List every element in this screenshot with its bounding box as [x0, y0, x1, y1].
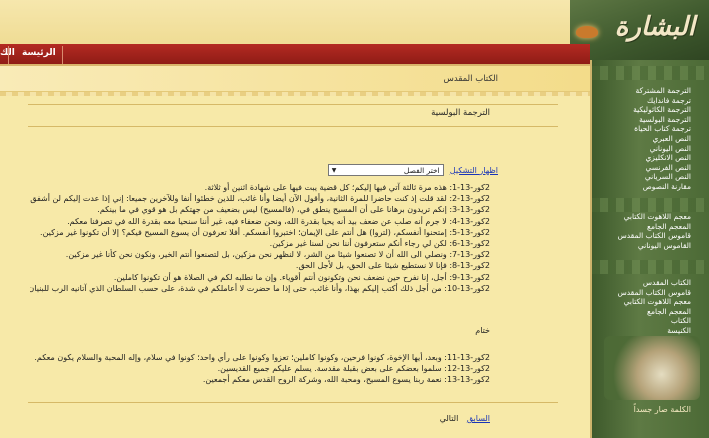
sidebar-menu-dictionaries: معجم اللاهوت الكتابي المعجم الجامع قاموس…: [601, 212, 691, 250]
site-logo-text: البشارة: [614, 12, 695, 42]
header-decoration: [0, 0, 570, 48]
sidebar-item[interactable]: مقارنة النصوص: [601, 182, 691, 192]
verse-line: 2كور-13-6: لكن لي رجاء أنكم ستعرفون أننا…: [269, 239, 490, 249]
breadcrumb[interactable]: الكتاب المقدس: [443, 74, 498, 84]
verse-line: 2كور-13-9: أجل، إنا نفرح حين نضعف نحن وت…: [113, 272, 490, 282]
sidebar-item[interactable]: الترجمة البولسية: [601, 115, 691, 125]
closing-verse-list: 2كور-13-11: وبعد، أيها الإخوة، كونوا فرح…: [30, 352, 490, 386]
sidebar-item[interactable]: الكتاب: [601, 316, 691, 326]
divider: [28, 104, 558, 105]
verse-line: 2كور-13-11: وبعد، أيها الإخوة، كونوا فرح…: [34, 353, 490, 362]
sidebar-item[interactable]: القاموس اليوناني: [601, 241, 691, 251]
verse-line: 2كور-13-8: فإنا لا نستطيع شيئا على الحق،…: [295, 261, 490, 271]
sidebar-item[interactable]: الكتاب المقدس: [601, 278, 691, 288]
sidebar-decoration: [592, 66, 709, 80]
oil-lamp-icon: [576, 26, 598, 38]
sidebar-item[interactable]: معجم اللاهوت الكتابي: [601, 212, 691, 222]
sidebar-caption: الكلمة صار جسداً: [633, 405, 691, 414]
sidebar-item[interactable]: الترجمة المشتركة: [601, 86, 691, 96]
nav-link-home[interactable]: الرئيسة: [22, 48, 56, 58]
sidebar-item[interactable]: الكنيسة: [601, 326, 691, 336]
verse-line: 2كور-13-12: سلموا بعضكم على بعض بقبلة مق…: [217, 364, 490, 374]
sidebar-item[interactable]: ترجمة كتاب الحياة: [601, 124, 691, 134]
chapter-select[interactable]: اختر الفصل ▼: [327, 164, 444, 176]
right-sidebar: الترجمة المشتركة ترجمة فاندايك الترجمة ا…: [590, 60, 709, 438]
sidebar-menu-translations: الترجمة المشتركة ترجمة فاندايك الترجمة ا…: [601, 86, 691, 192]
verse-list: 2كور-13-1: هذه مرة ثالثة آتي فيها إليكم؛…: [30, 182, 490, 294]
sidebar-item[interactable]: معجم اللاهوت الكتابي: [601, 297, 691, 307]
verse-line: 2كور-13-7: ونصلي الى الله أن لا تصنعوا ش…: [65, 250, 490, 260]
verse-line: 2كور-13-2: لقد قلت إذ كنت حاضرا للمرة ال…: [30, 194, 490, 204]
sidebar-item[interactable]: قاموس الكتاب المقدس: [601, 231, 691, 241]
top-nav-bar: الك الرئيسة: [0, 44, 590, 66]
chapter-select-value: اختر الفصل: [403, 165, 440, 175]
dropdown-arrow-icon: ▼: [331, 166, 337, 174]
verse-line: 2كور-13-1: هذه مرة ثالثة آتي فيها إليكم؛…: [204, 183, 490, 192]
reader-controls: اختر الفصل ▼ اظهار التشكيل: [327, 164, 498, 176]
verse-line: 2كور-13-3: إنكم تريدون برهانا على أن الم…: [97, 205, 490, 215]
sidebar-item[interactable]: ترجمة فاندايك: [601, 96, 691, 106]
breadcrumb-band: الكتاب المقدس: [0, 66, 590, 96]
sidebar-item[interactable]: قاموس الكتاب المقدس: [601, 288, 691, 298]
divider: [28, 126, 558, 127]
main-content: الترجمة البولسية اختر الفصل ▼ اظهار التش…: [0, 96, 586, 438]
sidebar-item[interactable]: النص الفرنسي: [601, 163, 691, 173]
sidebar-item[interactable]: النص الانكليزي: [601, 153, 691, 163]
sidebar-item[interactable]: المعجم الجامع: [601, 307, 691, 317]
sidebar-illustration: [604, 336, 700, 400]
verse-line: 2كور-13-13: نعمة ربنا يسوع المسيح، ومحبة…: [202, 375, 490, 385]
site-logo-panel[interactable]: البشارة: [570, 0, 709, 60]
prev-chapter-link[interactable]: السابق: [467, 414, 490, 423]
section-heading: ختام: [475, 326, 490, 335]
sidebar-item[interactable]: النص اليوناني: [601, 144, 691, 154]
sidebar-item[interactable]: النص السرياني: [601, 172, 691, 182]
show-diacritics-link[interactable]: اظهار التشكيل: [450, 166, 498, 175]
divider: [28, 402, 558, 403]
page-title: الترجمة البولسية: [431, 108, 490, 118]
sidebar-decoration: [592, 260, 709, 274]
next-chapter-label[interactable]: التالي: [440, 414, 459, 423]
verse-line: 2كور-13-4: لا جرم أنه صلب عن ضعف بيد أنه…: [67, 216, 490, 226]
nav-separator: [62, 46, 63, 64]
sidebar-menu-library: الكتاب المقدس قاموس الكتاب المقدس معجم ا…: [601, 278, 691, 336]
verse-line: 2كور-13-10: من أجل ذلك أكتب إليكم بهذا، …: [30, 283, 490, 293]
nav-separator: [8, 46, 9, 64]
sidebar-item[interactable]: الترجمة الكاثوليكية: [601, 105, 691, 115]
chapter-pagination: السابق التالي: [440, 414, 490, 423]
sidebar-item[interactable]: النص العبري: [601, 134, 691, 144]
sidebar-decoration: [592, 198, 709, 212]
sidebar-item[interactable]: المعجم الجامع: [601, 222, 691, 232]
verse-line: 2كور-13-5: إمتحنوا أنفسكم، (لتروا) هل أن…: [40, 227, 490, 237]
